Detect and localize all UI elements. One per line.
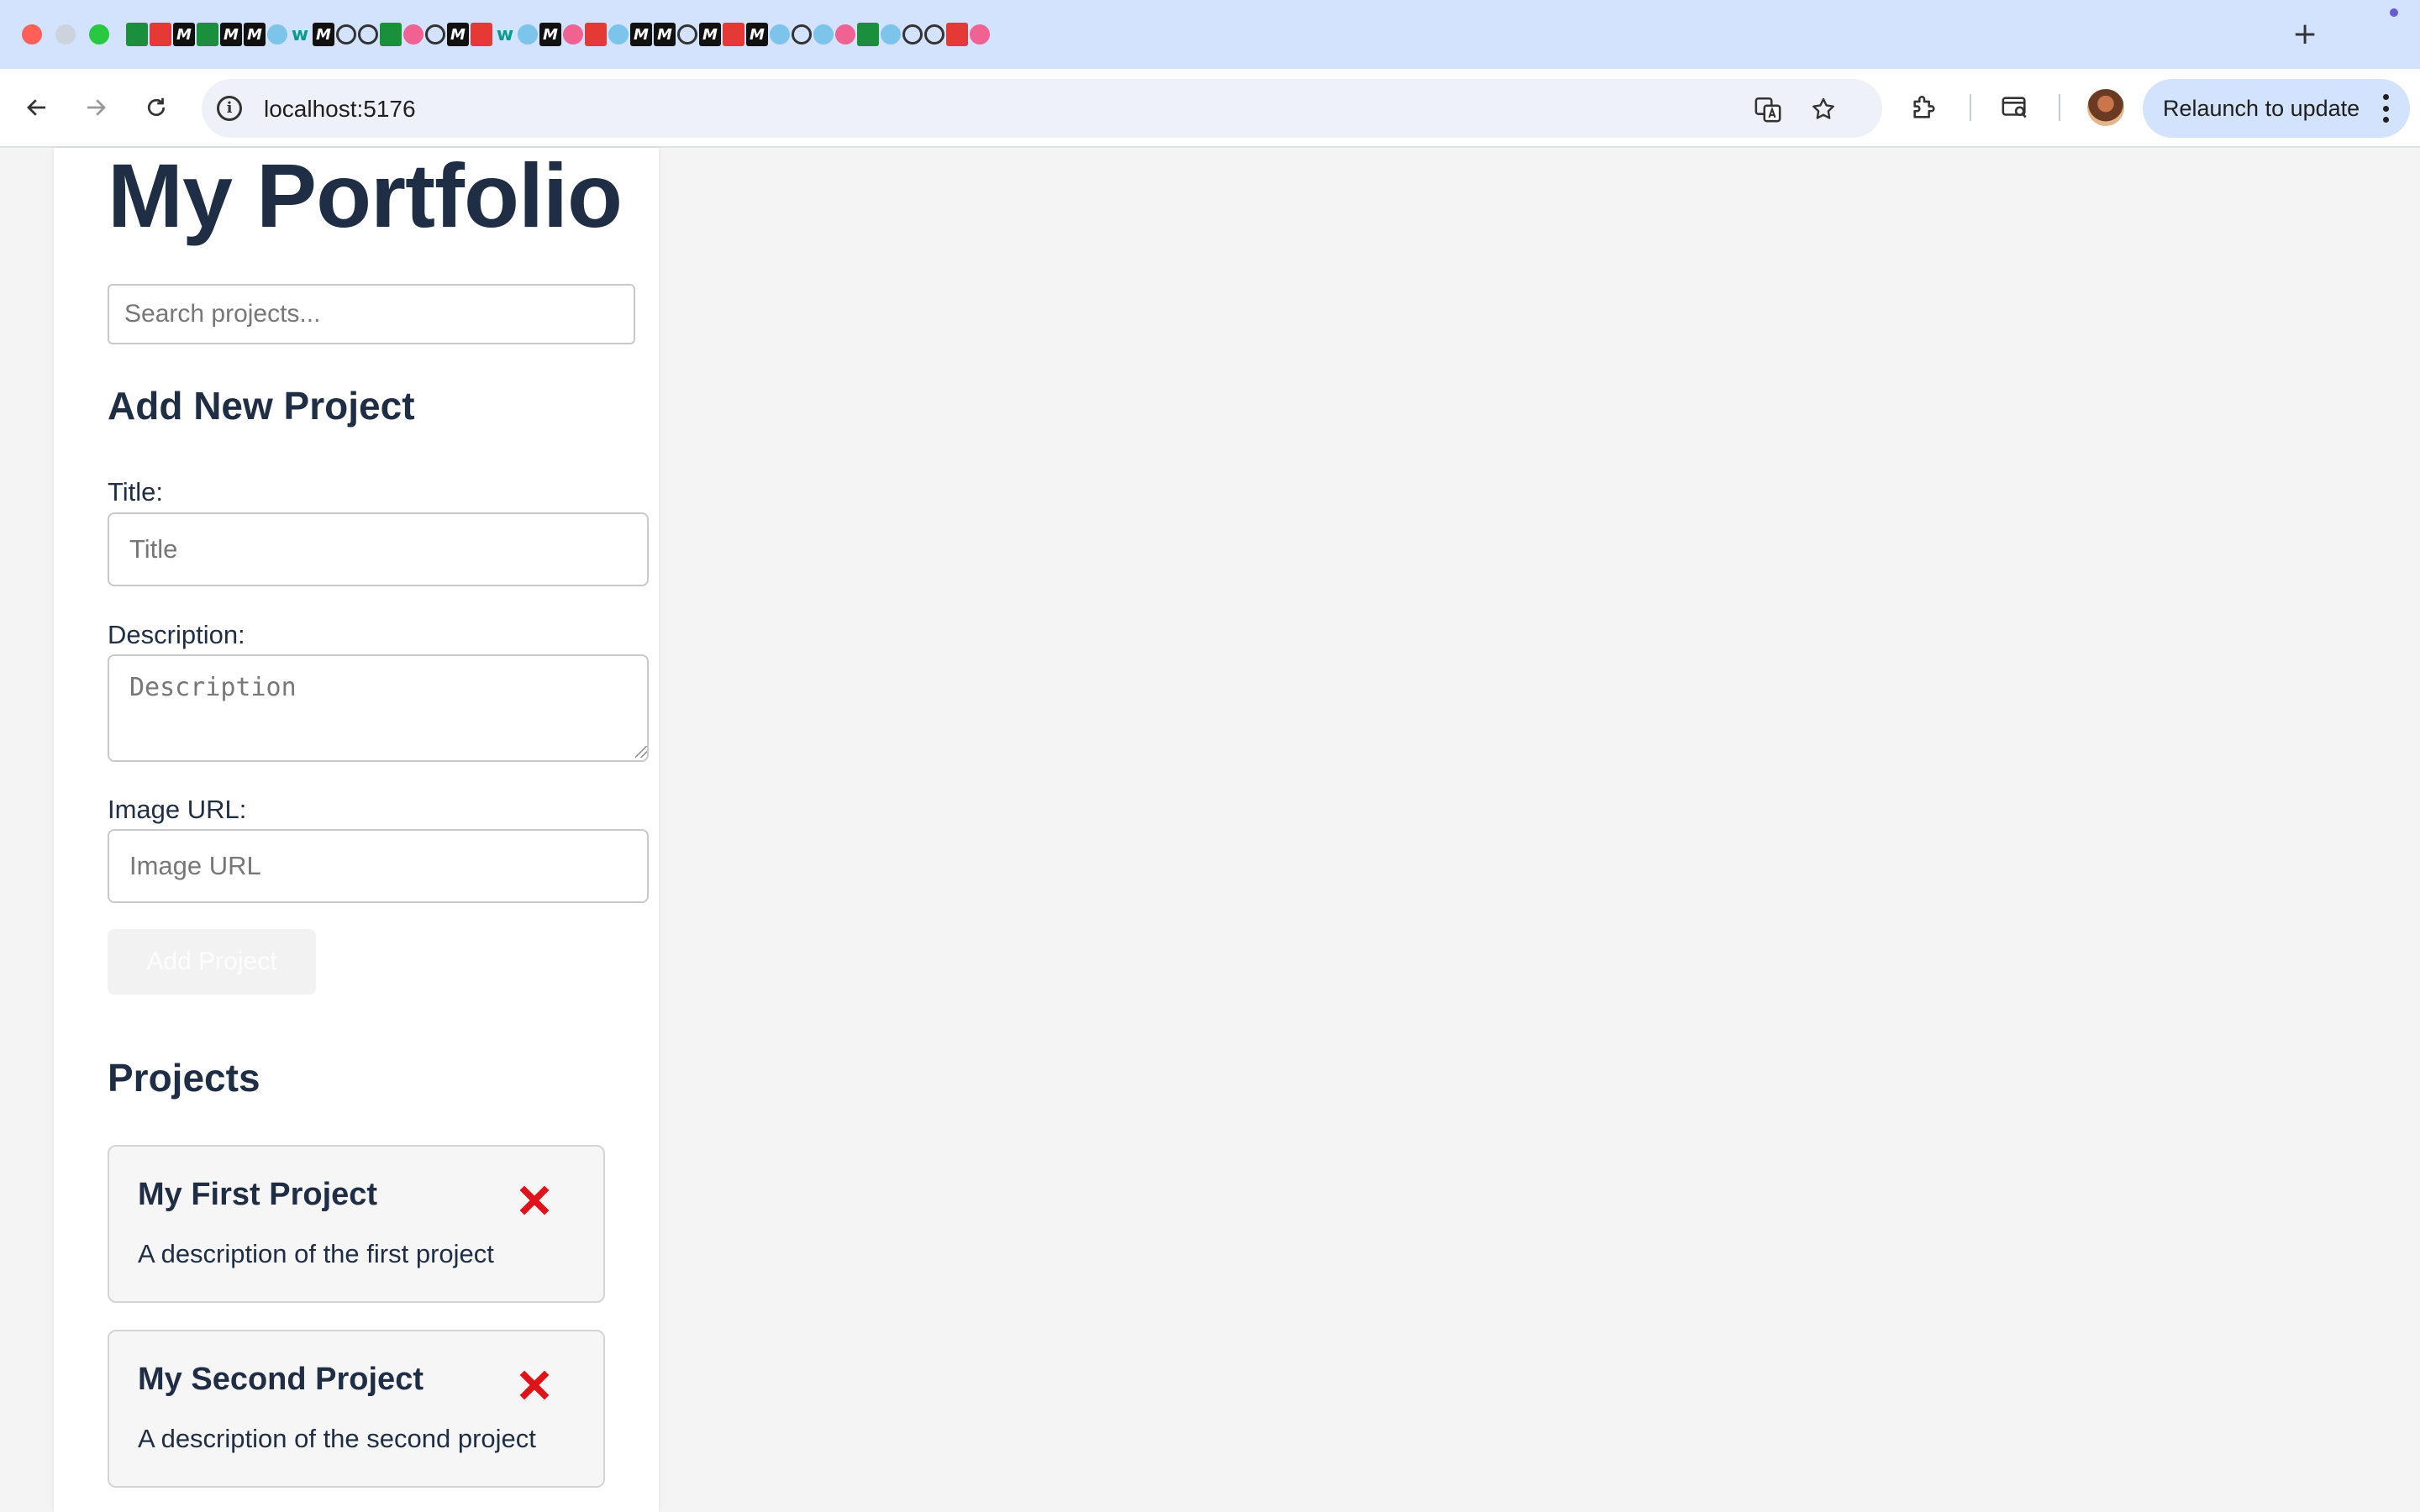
add-project-heading: Add New Project	[108, 384, 415, 428]
medium-tab-icon[interactable]: M	[746, 23, 768, 46]
drive-tab-icon[interactable]	[380, 23, 402, 46]
delete-project-icon[interactable]	[516, 1367, 553, 1404]
page-title: My Portfolio	[108, 144, 623, 246]
tab-favicon[interactable]	[946, 23, 968, 46]
toolbar-divider	[1970, 94, 1971, 121]
description-label: Description:	[108, 620, 245, 649]
tab-search-icon[interactable]	[1996, 89, 2033, 126]
tab-favicon[interactable]	[608, 24, 629, 45]
tab-favicon[interactable]	[403, 24, 424, 45]
project-description: A description of the second project	[138, 1424, 536, 1453]
add-project-button[interactable]: Add Project	[108, 929, 316, 995]
w-tab-icon[interactable]: w	[289, 23, 311, 46]
react-tab-icon[interactable]	[881, 24, 901, 45]
translate-icon[interactable]	[1753, 94, 1783, 124]
url-text[interactable]: localhost:5176	[264, 96, 416, 123]
address-bar[interactable]: i localhost:5176	[202, 79, 1882, 138]
forward-arrow-icon	[87, 99, 106, 116]
back-arrow-icon	[27, 99, 45, 116]
description-field[interactable]	[108, 654, 649, 762]
tab-favicon[interactable]	[126, 23, 148, 46]
tab-favicon[interactable]	[857, 23, 879, 46]
medium-tab-icon[interactable]: M	[313, 23, 334, 46]
react-tab-icon[interactable]	[770, 24, 790, 45]
forward-button[interactable]	[76, 87, 116, 128]
tab-favicon[interactable]	[585, 23, 607, 46]
medium-tab-icon[interactable]: M	[447, 23, 469, 46]
github-tab-icon[interactable]	[677, 24, 697, 45]
delete-project-icon[interactable]	[516, 1182, 553, 1219]
medium-tab-icon[interactable]: M	[220, 23, 242, 46]
extensions-icon[interactable]	[1906, 89, 1943, 126]
bookmark-star-icon[interactable]	[1808, 94, 1839, 124]
medium-tab-icon[interactable]: M	[654, 23, 676, 46]
project-title: My Second Project	[138, 1362, 424, 1397]
relaunch-label: Relaunch to update	[2163, 96, 2360, 121]
more-options-icon[interactable]	[2383, 94, 2390, 123]
image-url-field[interactable]	[108, 829, 649, 903]
tab-strip: M M M w M M w M M M M M +	[0, 0, 2420, 69]
medium-tab-icon[interactable]: M	[244, 23, 266, 46]
reload-icon	[147, 97, 166, 117]
portfolio-panel: My Portfolio Add New Project Title: Desc…	[54, 144, 659, 1512]
tab-favicon[interactable]	[970, 24, 990, 45]
github-tab-icon[interactable]	[924, 24, 944, 45]
title-field[interactable]	[108, 512, 649, 586]
title-label: Title:	[108, 477, 164, 507]
github-tab-icon[interactable]	[902, 24, 923, 45]
w-tab-icon[interactable]: w	[494, 23, 516, 46]
project-title: My First Project	[138, 1177, 378, 1212]
globe-tab-icon[interactable]	[336, 24, 356, 45]
browser-toolbar: i localhost:5176 Relaunch to update	[0, 69, 2420, 148]
project-card: My First Project A description of the fi…	[108, 1145, 605, 1303]
maximize-window-button[interactable]	[89, 24, 109, 45]
tab-favicon[interactable]	[835, 24, 855, 45]
back-button[interactable]	[17, 87, 57, 128]
medium-tab-icon[interactable]: M	[539, 23, 561, 46]
minimize-window-button[interactable]	[55, 24, 76, 45]
projects-heading: Projects	[108, 1056, 260, 1100]
pinned-tabs: M M M w M M w M M M M M	[126, 20, 992, 49]
ejs-tab-icon[interactable]	[197, 23, 218, 46]
project-card: My Second Project A description of the s…	[108, 1330, 605, 1488]
github-tab-icon[interactable]	[792, 24, 812, 45]
page-viewport: My Portfolio Add New Project Title: Desc…	[0, 144, 2420, 1512]
medium-tab-icon[interactable]: M	[630, 23, 652, 46]
medium-tab-icon[interactable]: M	[699, 23, 721, 46]
search-input[interactable]	[108, 284, 635, 344]
profile-dot-icon	[2390, 8, 2398, 17]
tab-favicon[interactable]	[471, 23, 492, 46]
site-info-icon[interactable]: i	[217, 96, 242, 121]
react-tab-icon[interactable]	[267, 24, 287, 45]
textarea-resize-handle[interactable]	[635, 746, 647, 758]
gmail-tab-icon[interactable]	[150, 23, 171, 46]
medium-tab-icon[interactable]: M	[173, 23, 195, 46]
toolbar-divider	[2059, 94, 2060, 121]
tab-favicon[interactable]	[518, 24, 538, 45]
tab-favicon[interactable]	[723, 23, 744, 46]
tab-favicon[interactable]	[563, 24, 583, 45]
close-window-button[interactable]	[22, 24, 42, 45]
image-url-label: Image URL:	[108, 795, 247, 824]
react-tab-icon[interactable]	[813, 24, 834, 45]
new-tab-button[interactable]: +	[2292, 17, 2317, 51]
globe-tab-icon[interactable]	[358, 24, 378, 45]
project-description: A description of the first project	[138, 1239, 494, 1268]
chrome-tab-icon[interactable]	[425, 24, 445, 45]
reload-button[interactable]	[136, 87, 176, 128]
profile-avatar[interactable]	[2087, 89, 2124, 126]
relaunch-button[interactable]: Relaunch to update	[2143, 79, 2410, 138]
